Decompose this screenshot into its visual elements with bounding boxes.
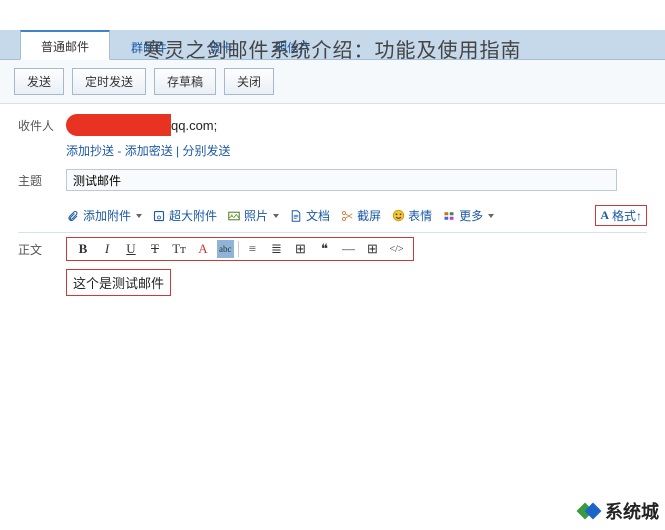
format-toolbar: B I U T Tт A abc ≡ ≣ ⊞ ❝ — ⊞ </> — [66, 237, 414, 261]
recipient-row: 收件人 qq.com; — [18, 114, 647, 136]
toolbar-separator — [238, 241, 239, 257]
subject-input[interactable] — [66, 169, 617, 191]
add-cc-link[interactable]: 添加抄送 — [66, 144, 114, 158]
strikethrough-button[interactable]: T — [145, 240, 165, 258]
body-text[interactable]: 这个是测试邮件 — [66, 269, 171, 296]
font-a-icon: A — [600, 208, 609, 223]
source-code-button[interactable]: </> — [387, 240, 407, 258]
highlight-button[interactable]: abc — [217, 240, 234, 258]
compose-tabbar: 普通邮件 群邮件 贺卡 明信片 — [0, 30, 665, 60]
emoji-button[interactable]: 表情 — [391, 207, 432, 224]
table-button[interactable]: ⊞ — [363, 240, 383, 258]
save-draft-button[interactable]: 存草稿 — [154, 68, 216, 95]
tab-group-mail[interactable]: 群邮件 — [110, 32, 188, 60]
big-attachment-button[interactable]: 超大附件 — [152, 207, 217, 224]
body-label: 正文 — [18, 237, 66, 258]
recipient-field[interactable]: qq.com; — [66, 114, 217, 136]
subject-row: 主题 — [18, 169, 647, 191]
photo-button[interactable]: 照片 — [227, 207, 279, 224]
disk-icon — [152, 209, 166, 223]
bold-button[interactable]: B — [73, 240, 93, 258]
screenshot-button[interactable]: 截屏 — [340, 207, 381, 224]
cc-links-row: 添加抄送 - 添加密送 | 分别发送 — [66, 142, 647, 159]
split-send-link[interactable]: 分别发送 — [183, 144, 231, 158]
more-icon — [442, 209, 456, 223]
tab-greeting-card[interactable]: 贺卡 — [188, 32, 254, 60]
align-button[interactable]: ≡ — [243, 240, 263, 258]
add-bcc-link[interactable]: 添加密送 — [125, 144, 173, 158]
document-icon — [289, 209, 303, 223]
recipient-domain: qq.com; — [171, 118, 217, 133]
hr-button[interactable]: — — [339, 240, 359, 258]
format-toggle-button[interactable]: A 格式↑ — [595, 205, 647, 226]
scissors-icon — [340, 209, 354, 223]
tab-postcard[interactable]: 明信片 — [254, 32, 332, 60]
add-attachment-button[interactable]: 添加附件 — [66, 207, 142, 224]
schedule-send-button[interactable]: 定时发送 — [72, 68, 146, 95]
redacted-recipient-icon — [66, 114, 171, 136]
close-button[interactable]: 关闭 — [224, 68, 274, 95]
compose-form: 收件人 qq.com; 添加抄送 - 添加密送 | 分别发送 主题 添加附件 超… — [0, 104, 665, 296]
smile-icon — [391, 209, 405, 223]
watermark-text: 系统城 — [605, 498, 659, 524]
italic-button[interactable]: I — [97, 240, 117, 258]
send-button[interactable]: 发送 — [14, 68, 64, 95]
more-button[interactable]: 更多 — [442, 207, 494, 224]
chevron-down-icon — [488, 214, 494, 218]
action-bar: 发送 定时发送 存草稿 关闭 — [0, 60, 665, 104]
indent-button[interactable]: ⊞ — [291, 240, 311, 258]
font-color-button[interactable]: A — [193, 240, 213, 258]
quote-button[interactable]: ❝ — [315, 240, 335, 258]
editor-row: 正文 B I U T Tт A abc ≡ ≣ ⊞ ❝ — ⊞ </> — [18, 237, 647, 261]
chevron-down-icon — [136, 214, 142, 218]
chevron-down-icon — [273, 214, 279, 218]
tab-normal-mail[interactable]: 普通邮件 — [20, 30, 110, 60]
watermark: 系统城 — [579, 498, 659, 524]
editor-content-area[interactable]: 这个是测试邮件 — [66, 269, 647, 296]
subject-label: 主题 — [18, 172, 66, 189]
paperclip-icon — [66, 209, 80, 223]
document-button[interactable]: 文档 — [289, 207, 330, 224]
list-button[interactable]: ≣ — [267, 240, 287, 258]
photo-icon — [227, 209, 241, 223]
watermark-logo-icon — [579, 500, 601, 522]
attachment-toolbar: 添加附件 超大附件 照片 文档 截屏 — [18, 199, 647, 233]
recipient-label: 收件人 — [18, 117, 66, 134]
font-size-button[interactable]: Tт — [169, 240, 189, 258]
underline-button[interactable]: U — [121, 240, 141, 258]
